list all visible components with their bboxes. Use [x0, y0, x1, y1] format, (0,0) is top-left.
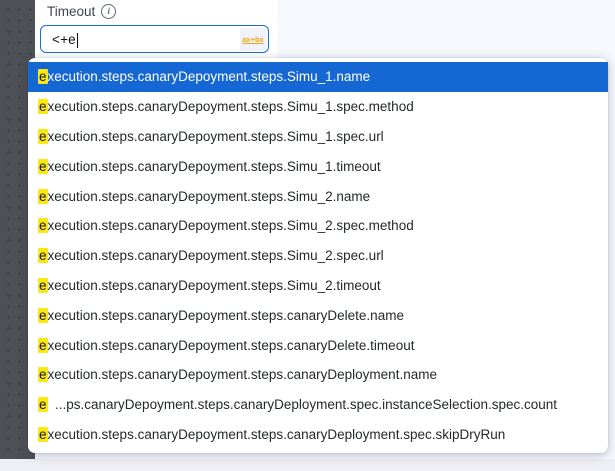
panel-footer-strip: [0, 459, 615, 471]
match-highlight: e: [38, 129, 48, 144]
info-icon[interactable]: i: [101, 4, 116, 19]
match-highlight: e: [38, 427, 48, 442]
match-highlight: e: [38, 99, 48, 114]
expression-icon: ax+bx: [242, 35, 263, 44]
match-highlight: e: [38, 338, 48, 353]
list-item[interactable]: execution.steps.canaryDepoyment.steps.Si…: [28, 62, 608, 92]
match-highlight: e: [38, 278, 48, 293]
timeout-input-value: <+e: [41, 32, 76, 47]
suggestion-text: xecution.steps.canaryDepoyment.steps.Sim…: [48, 159, 381, 174]
suggestion-text: xecution.steps.canaryDepoyment.steps.can…: [48, 367, 437, 382]
match-highlight: e: [38, 218, 48, 233]
match-highlight: e: [38, 308, 48, 323]
suggestion-text: xecution.steps.canaryDepoyment.steps.Sim…: [48, 278, 381, 293]
match-highlight: e: [38, 248, 48, 263]
list-item[interactable]: execution.steps.canaryDepoyment.steps.Si…: [28, 122, 608, 152]
suggestion-text: xecution.steps.canaryDepoyment.steps.Sim…: [48, 248, 384, 263]
list-item[interactable]: execution.steps.canaryDepoyment.steps.Si…: [28, 151, 608, 181]
suggestion-text: xecution.steps.canaryDepoyment.steps.can…: [48, 427, 506, 442]
list-item[interactable]: execution.steps.canaryDepoyment.steps.ca…: [28, 300, 608, 330]
match-highlight: e: [38, 367, 48, 382]
suggestion-text: xecution.steps.canaryDepoyment.steps.can…: [48, 338, 415, 353]
match-highlight: e: [38, 69, 48, 84]
suggestion-text: xecution.steps.canaryDepoyment.steps.Sim…: [48, 69, 371, 84]
list-item[interactable]: execution.steps.canaryDepoyment.steps.Si…: [28, 211, 608, 241]
timeout-label: Timeout: [47, 4, 95, 19]
suggestion-text: ...ps.canaryDepoyment.steps.canaryDeploy…: [48, 397, 558, 412]
suggestion-text: xecution.steps.canaryDepoyment.steps.can…: [48, 308, 404, 323]
suggestion-text: xecution.steps.canaryDepoyment.steps.Sim…: [48, 99, 414, 114]
match-highlight: e: [38, 397, 48, 412]
suggestion-text: xecution.steps.canaryDepoyment.steps.Sim…: [48, 218, 414, 233]
list-item[interactable]: execution.steps.canaryDepoyment.steps.ca…: [28, 330, 608, 360]
input-type-expression-button[interactable]: ax+bx: [240, 28, 267, 51]
list-item[interactable]: execution.steps.canaryDepoyment.steps.Si…: [28, 241, 608, 271]
list-item[interactable]: execution.steps.canaryDepoyment.steps.Si…: [28, 92, 608, 122]
list-item[interactable]: execution.steps.canaryDepoyment.steps.Si…: [28, 271, 608, 301]
match-highlight: e: [38, 189, 48, 204]
list-item[interactable]: execution.steps.canaryDepoyment.steps.ca…: [28, 420, 608, 450]
timeout-field-label-row: Timeout i: [47, 4, 116, 19]
suggestion-text: xecution.steps.canaryDepoyment.steps.Sim…: [48, 189, 371, 204]
list-item[interactable]: e ...ps.canaryDepoyment.steps.canaryDepl…: [28, 390, 608, 420]
match-highlight: e: [38, 159, 48, 174]
timeout-input[interactable]: <+e ax+bx: [40, 25, 269, 53]
list-item[interactable]: execution.steps.canaryDepoyment.steps.ca…: [28, 360, 608, 390]
suggestion-text: xecution.steps.canaryDepoyment.steps.Sim…: [48, 129, 384, 144]
expression-autocomplete-dropdown: execution.steps.canaryDepoyment.steps.Si…: [28, 58, 608, 453]
list-item[interactable]: execution.steps.canaryDepoyment.steps.Si…: [28, 181, 608, 211]
text-caret: [77, 33, 78, 48]
